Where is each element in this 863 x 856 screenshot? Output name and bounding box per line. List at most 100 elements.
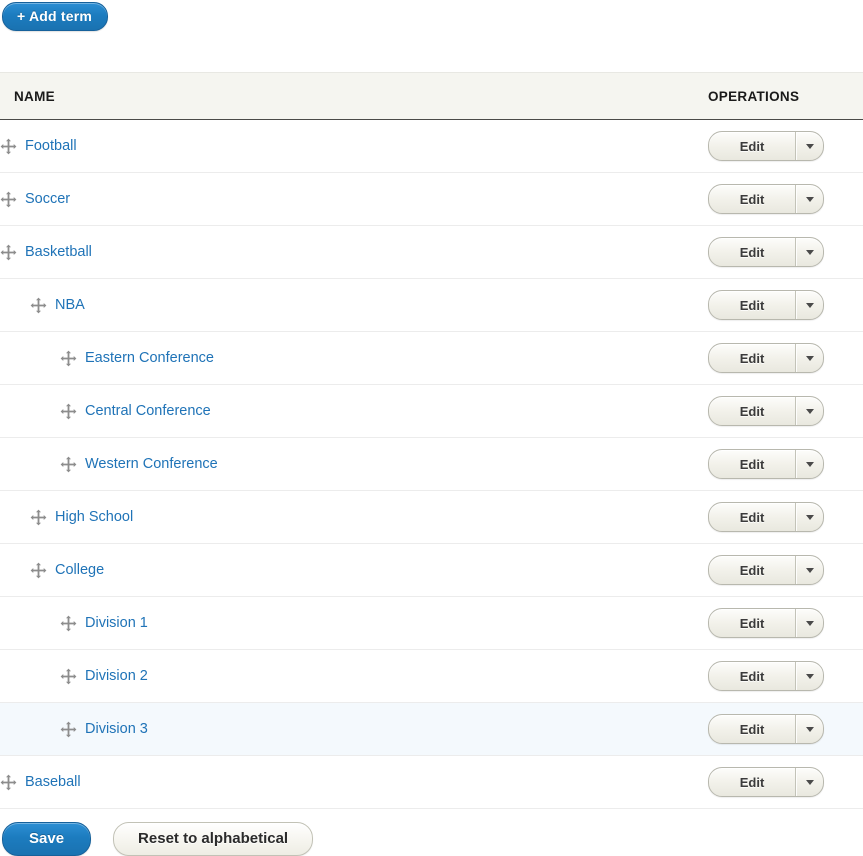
edit-button[interactable]: Edit: [709, 291, 795, 319]
chevron-down-icon: [805, 302, 814, 308]
term-link[interactable]: Eastern Conference: [85, 350, 214, 366]
edit-dropbutton[interactable]: Edit: [708, 767, 824, 797]
table-row[interactable]: Division 1 Edit: [0, 596, 863, 650]
table-row[interactable]: Football Edit: [0, 119, 863, 173]
term-link[interactable]: Baseball: [25, 774, 81, 790]
term-link[interactable]: NBA: [55, 297, 85, 313]
term-link[interactable]: Division 2: [85, 668, 148, 684]
term-link[interactable]: Football: [25, 138, 77, 154]
table-row[interactable]: College Edit: [0, 543, 863, 597]
edit-dropbutton[interactable]: Edit: [708, 661, 824, 691]
edit-dropbutton[interactable]: Edit: [708, 131, 824, 161]
drag-handle-icon[interactable]: [0, 138, 17, 155]
edit-dropbutton[interactable]: Edit: [708, 608, 824, 638]
term-operations-cell: Edit: [694, 119, 863, 173]
term-operations-cell: Edit: [694, 331, 863, 385]
edit-dropdown-toggle[interactable]: [795, 609, 823, 637]
table-row[interactable]: High School Edit: [0, 490, 863, 544]
edit-button[interactable]: Edit: [709, 450, 795, 478]
table-row[interactable]: Division 2 Edit: [0, 649, 863, 703]
term-link[interactable]: Division 1: [85, 615, 148, 631]
drag-handle-icon[interactable]: [60, 403, 77, 420]
edit-button[interactable]: Edit: [709, 556, 795, 584]
chevron-down-icon: [805, 620, 814, 626]
column-header-operations: OPERATIONS: [694, 72, 863, 120]
term-name-cell: Baseball: [0, 755, 694, 809]
drag-handle-icon[interactable]: [60, 350, 77, 367]
term-link[interactable]: Division 3: [85, 721, 148, 737]
chevron-down-icon: [805, 408, 814, 414]
drag-handle-icon[interactable]: [60, 721, 77, 738]
table-row[interactable]: Division 3 Edit: [0, 702, 863, 756]
edit-button[interactable]: Edit: [709, 185, 795, 213]
edit-dropdown-toggle[interactable]: [795, 185, 823, 213]
chevron-down-icon: [805, 726, 814, 732]
reset-to-alphabetical-button[interactable]: Reset to alphabetical: [113, 822, 314, 856]
edit-dropdown-toggle[interactable]: [795, 291, 823, 319]
term-name-cell: High School: [0, 490, 694, 544]
chevron-down-icon: [805, 567, 814, 573]
drag-handle-icon[interactable]: [60, 456, 77, 473]
drag-handle-icon[interactable]: [0, 191, 17, 208]
term-name-cell: Soccer: [0, 172, 694, 226]
term-name-cell: College: [0, 543, 694, 597]
drag-handle-icon[interactable]: [30, 297, 47, 314]
term-link[interactable]: Western Conference: [85, 456, 218, 472]
table-row[interactable]: Eastern Conference Edit: [0, 331, 863, 385]
edit-dropbutton[interactable]: Edit: [708, 555, 824, 585]
term-operations-cell: Edit: [694, 596, 863, 650]
term-name-cell: Western Conference: [0, 437, 694, 491]
edit-dropbutton[interactable]: Edit: [708, 290, 824, 320]
table-row[interactable]: Basketball Edit: [0, 225, 863, 279]
table-row[interactable]: NBA Edit: [0, 278, 863, 332]
term-link[interactable]: College: [55, 562, 104, 578]
edit-dropbutton[interactable]: Edit: [708, 396, 824, 426]
table-row[interactable]: Baseball Edit: [0, 755, 863, 809]
term-link[interactable]: Soccer: [25, 191, 70, 207]
edit-dropdown-toggle[interactable]: [795, 556, 823, 584]
term-operations-cell: Edit: [694, 755, 863, 809]
edit-dropbutton[interactable]: Edit: [708, 184, 824, 214]
edit-button[interactable]: Edit: [709, 662, 795, 690]
edit-button[interactable]: Edit: [709, 132, 795, 160]
drag-handle-icon[interactable]: [0, 244, 17, 261]
edit-dropdown-toggle[interactable]: [795, 662, 823, 690]
edit-dropdown-toggle[interactable]: [795, 768, 823, 796]
edit-dropbutton[interactable]: Edit: [708, 343, 824, 373]
edit-dropdown-toggle[interactable]: [795, 132, 823, 160]
edit-dropbutton[interactable]: Edit: [708, 714, 824, 744]
edit-button[interactable]: Edit: [709, 768, 795, 796]
edit-dropdown-toggle[interactable]: [795, 503, 823, 531]
drag-handle-icon[interactable]: [60, 615, 77, 632]
edit-button[interactable]: Edit: [709, 397, 795, 425]
chevron-down-icon: [805, 143, 814, 149]
edit-dropbutton[interactable]: Edit: [708, 449, 824, 479]
drag-handle-icon[interactable]: [30, 509, 47, 526]
table-row[interactable]: Central Conference Edit: [0, 384, 863, 438]
edit-button[interactable]: Edit: [709, 344, 795, 372]
edit-dropbutton[interactable]: Edit: [708, 502, 824, 532]
edit-dropbutton[interactable]: Edit: [708, 237, 824, 267]
edit-button[interactable]: Edit: [709, 238, 795, 266]
edit-dropdown-toggle[interactable]: [795, 238, 823, 266]
save-button[interactable]: Save: [2, 822, 92, 856]
term-link[interactable]: High School: [55, 509, 133, 525]
table-row[interactable]: Western Conference Edit: [0, 437, 863, 491]
table-head: NAME OPERATIONS: [0, 72, 863, 120]
term-link[interactable]: Central Conference: [85, 403, 211, 419]
edit-dropdown-toggle[interactable]: [795, 344, 823, 372]
edit-button[interactable]: Edit: [709, 503, 795, 531]
term-link[interactable]: Basketball: [25, 244, 92, 260]
chevron-down-icon: [805, 196, 814, 202]
drag-handle-icon[interactable]: [30, 562, 47, 579]
edit-button[interactable]: Edit: [709, 715, 795, 743]
edit-dropdown-toggle[interactable]: [795, 450, 823, 478]
edit-dropdown-toggle[interactable]: [795, 397, 823, 425]
drag-handle-icon[interactable]: [0, 774, 17, 791]
add-term-button[interactable]: + Add term: [2, 2, 108, 31]
edit-dropdown-toggle[interactable]: [795, 715, 823, 743]
term-name-cell: NBA: [0, 278, 694, 332]
table-row[interactable]: Soccer Edit: [0, 172, 863, 226]
edit-button[interactable]: Edit: [709, 609, 795, 637]
drag-handle-icon[interactable]: [60, 668, 77, 685]
